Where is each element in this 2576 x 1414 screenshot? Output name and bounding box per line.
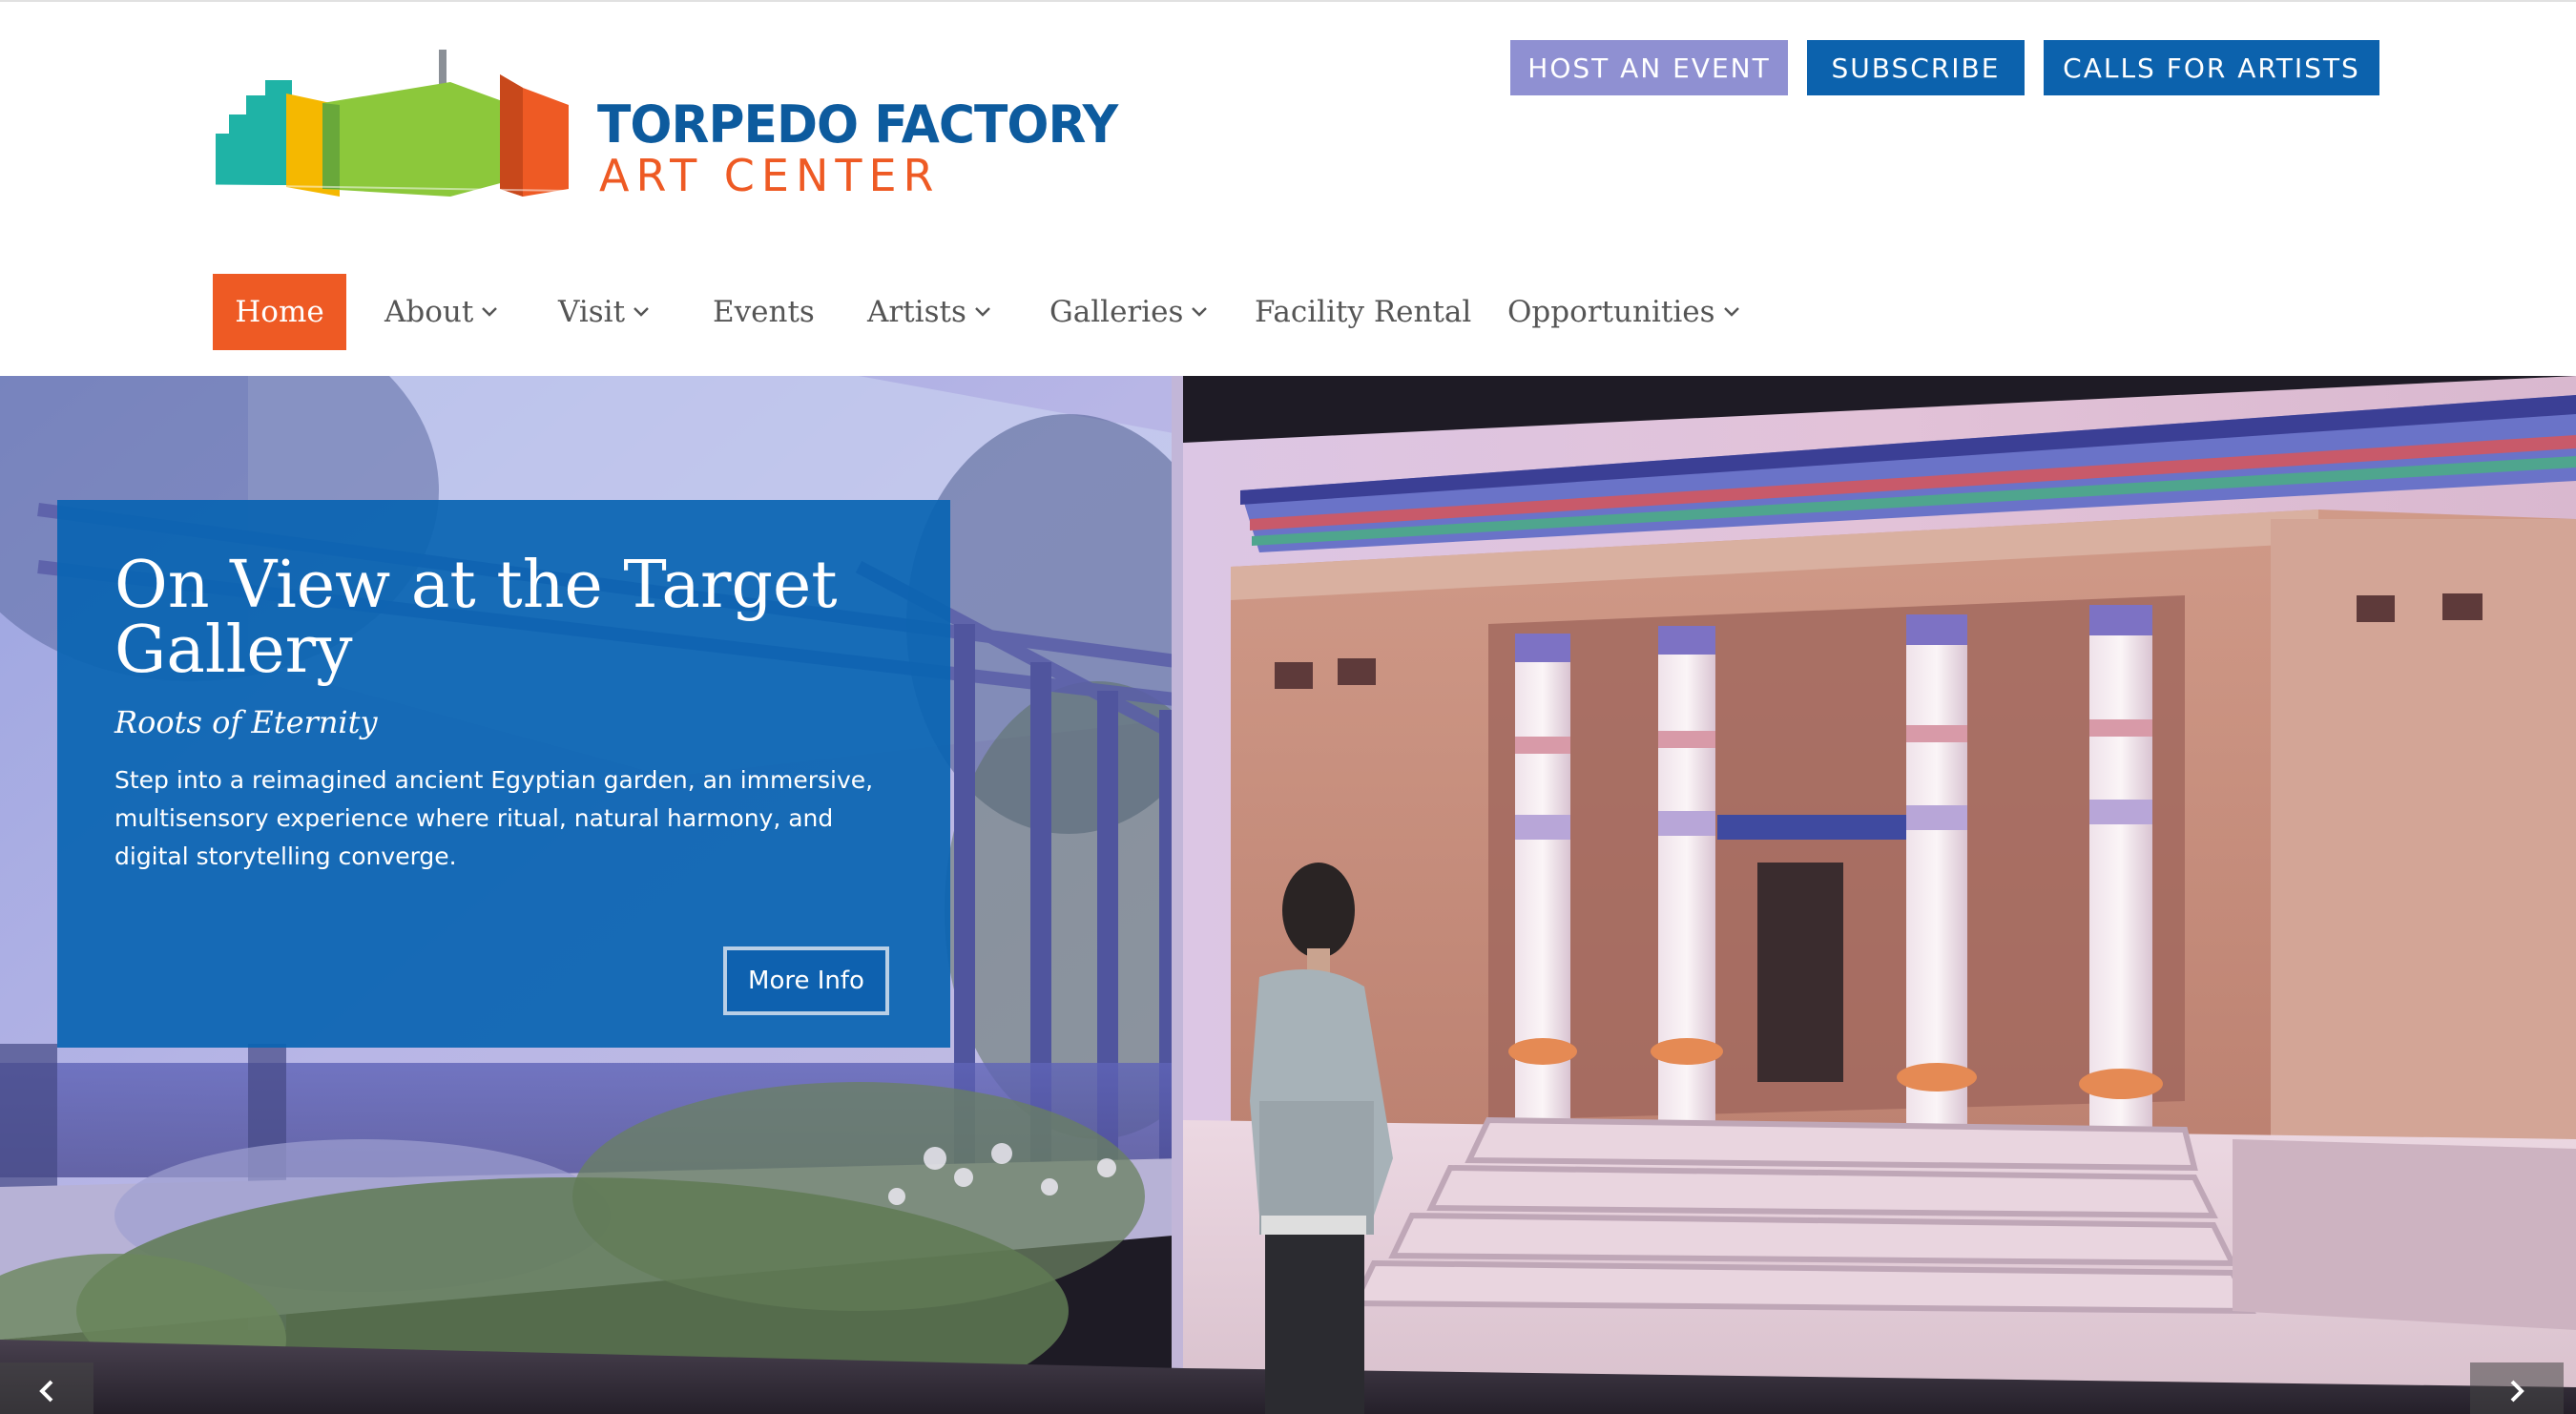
chevron-left-icon xyxy=(39,1380,53,1403)
hero-caption-panel: On View at the Target Gallery Roots of E… xyxy=(57,500,950,1048)
logo-text-line2: ART CENTER xyxy=(599,150,941,201)
nav-item-label: About xyxy=(384,295,474,329)
site-logo[interactable]: TORPEDO FACTORY ART CENTER xyxy=(216,46,1118,210)
nav-item-label: Visit xyxy=(558,295,626,329)
slider-prev-button[interactable] xyxy=(0,1362,93,1414)
nav-item-opportunities[interactable]: Opportunities xyxy=(1507,274,1740,350)
logo-building-mark xyxy=(216,50,570,197)
hero-slider: On View at the Target Gallery Roots of E… xyxy=(0,376,2576,1414)
nav-item-galleries[interactable]: Galleries xyxy=(1049,274,1208,350)
hero-title: On View at the Target Gallery xyxy=(114,548,838,688)
page: TORPEDO FACTORY ART CENTER HOST AN EVENT… xyxy=(0,0,2576,1414)
slider-next-button[interactable] xyxy=(2470,1362,2564,1414)
main-nav: Home About Visit Events Artists Gallerie… xyxy=(213,274,1835,350)
chevron-down-icon xyxy=(482,307,498,317)
nav-item-label: Galleries xyxy=(1049,295,1184,329)
nav-item-label: Events xyxy=(713,295,815,329)
host-event-button[interactable]: HOST AN EVENT xyxy=(1510,40,1788,95)
nav-item-home[interactable]: Home xyxy=(213,274,346,350)
nav-item-visit[interactable]: Visit xyxy=(558,274,650,350)
subscribe-button[interactable]: SUBSCRIBE xyxy=(1807,40,2025,95)
nav-item-facility-rental[interactable]: Facility Rental xyxy=(1255,274,1471,350)
hero-subtitle: Roots of Eternity xyxy=(114,704,378,740)
nav-item-label: Artists xyxy=(867,295,966,329)
nav-item-label: Opportunities xyxy=(1507,295,1715,329)
nav-item-artists[interactable]: Artists xyxy=(867,274,991,350)
nav-item-events[interactable]: Events xyxy=(713,274,815,350)
chevron-down-icon xyxy=(1192,307,1208,317)
hero-description: Step into a reimagined ancient Egyptian … xyxy=(114,766,874,870)
nav-item-label: Home xyxy=(235,295,324,329)
chevron-down-icon xyxy=(634,307,649,317)
calls-for-artists-button[interactable]: CALLS FOR ARTISTS xyxy=(2044,40,2379,95)
logo-text-line1: TORPEDO FACTORY xyxy=(597,94,1118,155)
top-divider xyxy=(0,0,2576,2)
nav-item-about[interactable]: About xyxy=(384,274,498,350)
more-info-button[interactable]: More Info xyxy=(723,946,889,1015)
chevron-down-icon xyxy=(1723,307,1739,317)
chevron-right-icon xyxy=(2510,1380,2524,1403)
chevron-down-icon xyxy=(975,307,990,317)
nav-item-label: Facility Rental xyxy=(1255,295,1472,329)
